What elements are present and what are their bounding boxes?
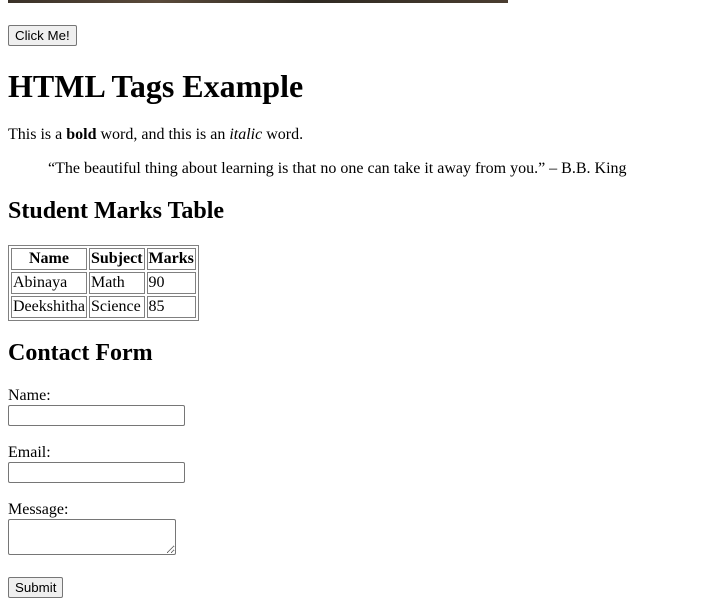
header-marks: Marks: [146, 248, 196, 270]
contact-form-title: Contact Form: [8, 340, 153, 366]
italic-word: italic: [229, 126, 263, 143]
table-row: Abinaya Math 90: [11, 272, 196, 294]
name-input[interactable]: [8, 405, 185, 426]
header-subject: Subject: [88, 248, 145, 270]
table-row: Deekshitha Science 85: [11, 296, 196, 318]
cell-subject: Science: [88, 296, 145, 318]
student-marks-table: Name Subject Marks Abinaya Math 90 Deeks…: [8, 245, 199, 321]
cell-subject: Math: [88, 272, 145, 294]
submit-button[interactable]: Submit: [8, 577, 64, 598]
table-header-row: Name Subject Marks: [11, 248, 196, 270]
message-label: Message:: [8, 501, 69, 518]
cell-name: Deekshitha: [11, 296, 87, 318]
bold-word: bold: [66, 126, 97, 143]
message-textarea[interactable]: [8, 519, 176, 555]
cell-marks: 85: [146, 296, 196, 318]
paragraph-text-1: This is a: [8, 126, 67, 143]
paragraph-text-2: word, and this is an: [96, 126, 230, 143]
email-label: Email:: [8, 444, 51, 461]
quote-blockquote: “The beautiful thing about learning is t…: [48, 160, 627, 177]
marks-table-title: Student Marks Table: [8, 198, 225, 224]
header-name: Name: [11, 248, 87, 270]
email-input[interactable]: [8, 462, 185, 483]
paragraph-text-3: word.: [262, 126, 304, 143]
formatting-paragraph: This is a bold word, and this is an ital…: [8, 126, 303, 144]
cell-name: Abinaya: [11, 272, 87, 294]
name-label: Name:: [8, 387, 51, 404]
click-me-button[interactable]: Click Me!: [8, 25, 77, 46]
page-title: HTML Tags Example: [8, 68, 304, 104]
top-image: [8, 0, 508, 3]
cell-marks: 90: [146, 272, 196, 294]
